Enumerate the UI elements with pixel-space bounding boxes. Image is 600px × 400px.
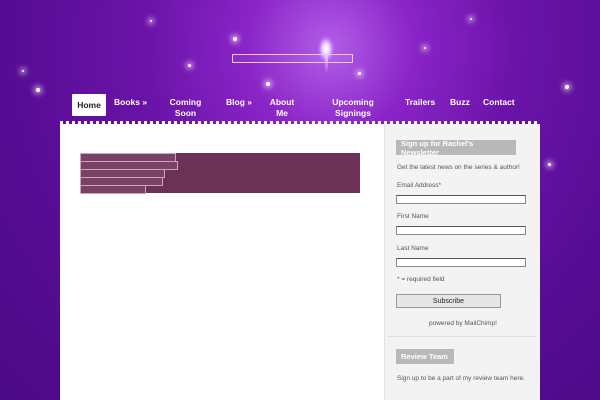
nav-blog[interactable]: Blog » [226,97,252,108]
star [358,72,361,75]
nav-trailers[interactable]: Trailers [405,97,435,108]
required-note: * = required field [397,276,445,283]
star [188,64,191,67]
newsletter-title: Sign up for Rachel's Newsletter [396,139,516,157]
nav-coming-soon[interactable]: Coming Soon [164,97,207,119]
nav-books[interactable]: Books » [114,97,147,108]
nav-home[interactable]: Home [72,94,106,116]
nav-about-me[interactable]: About Me [267,97,297,119]
email-label: Email Address* [397,182,442,189]
site-logo[interactable] [232,54,353,63]
nav-upcoming-signings[interactable]: Upcoming Signings [327,97,379,119]
star [565,85,569,89]
star [150,20,152,22]
first-name-field[interactable] [396,226,526,235]
nav-contact[interactable]: Contact [483,97,515,108]
star [36,88,40,92]
last-name-field[interactable] [396,258,526,267]
nav-buzz[interactable]: Buzz [450,97,470,108]
powered-by-link[interactable]: powered by MailChimp! [429,320,497,327]
star [22,70,24,72]
subscribe-button[interactable]: Subscribe [396,294,501,308]
email-field[interactable] [396,195,526,204]
star [424,47,426,49]
review-team-title: Review Team [396,349,454,364]
slider-bar[interactable] [80,185,146,194]
first-name-label: First Name [397,213,429,220]
star [233,37,237,41]
sidebar-divider [388,336,536,337]
review-team-text[interactable]: Sign up to be a part of my review team h… [397,375,525,382]
star [470,18,472,20]
star [266,82,270,86]
star [548,163,551,166]
newsletter-tagline: Get the latest news on the series & auth… [397,164,520,171]
last-name-label: Last Name [397,245,429,252]
